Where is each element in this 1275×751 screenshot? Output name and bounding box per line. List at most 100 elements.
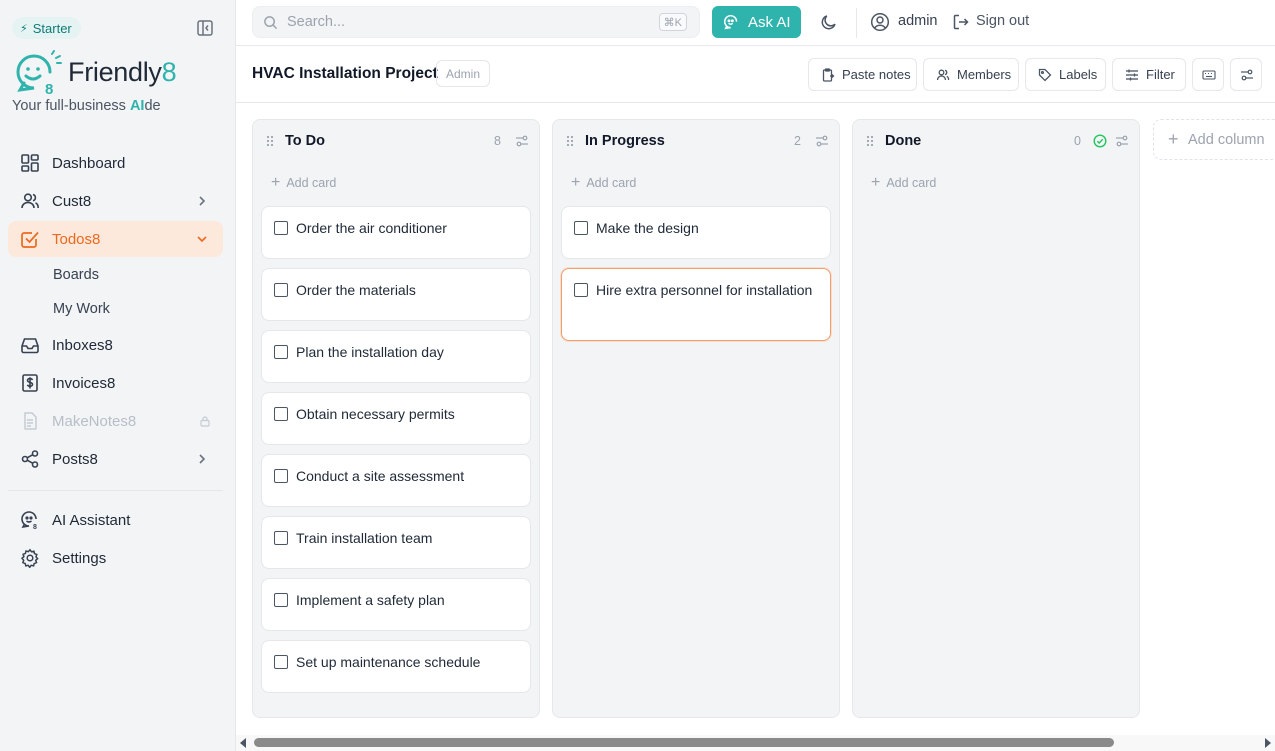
ask-ai-button[interactable]: Ask AI bbox=[712, 6, 801, 38]
drag-handle-icon[interactable] bbox=[265, 135, 275, 147]
user-avatar-icon[interactable] bbox=[870, 12, 890, 32]
task-checkbox[interactable] bbox=[274, 221, 288, 235]
task-card[interactable]: Obtain necessary permits bbox=[261, 392, 531, 445]
scroll-left-arrow[interactable] bbox=[240, 738, 246, 748]
page-title: HVAC Installation Project bbox=[252, 65, 438, 82]
role-badge: Admin bbox=[436, 60, 490, 87]
paste-notes-button[interactable]: Paste notes bbox=[808, 58, 917, 91]
add-card-button[interactable]: + Add card bbox=[571, 175, 637, 191]
labels-button[interactable]: Labels bbox=[1025, 58, 1106, 91]
task-card-selected[interactable]: Hire extra personnel for installation bbox=[561, 268, 831, 341]
logo[interactable]: 8 Friendly8 bbox=[12, 50, 212, 96]
dashboard-icon bbox=[21, 154, 39, 172]
sidebar-item-todos8[interactable]: Todos8 bbox=[8, 221, 223, 257]
chevron-right-icon bbox=[199, 454, 206, 464]
task-title: Train installation team bbox=[296, 530, 433, 546]
project-header: HVAC Installation Project Admin Paste no… bbox=[236, 46, 1275, 103]
sidebar-subitem-boards[interactable]: Boards bbox=[53, 267, 99, 283]
task-checkbox[interactable] bbox=[274, 469, 288, 483]
board-settings-button[interactable] bbox=[1230, 58, 1262, 91]
sidebar-item-settings[interactable]: Settings bbox=[8, 540, 223, 576]
sidebar-item-label: Invoices8 bbox=[52, 374, 116, 392]
task-card[interactable]: Plan the installation day bbox=[261, 330, 531, 383]
ai-assistant-icon bbox=[724, 15, 738, 30]
top-bar: ⌘K Ask AI admin Sign out bbox=[236, 0, 1275, 46]
task-checkbox[interactable] bbox=[274, 531, 288, 545]
keyboard-shortcuts-button[interactable] bbox=[1192, 58, 1224, 91]
sidebar-item-label: AI Assistant bbox=[52, 511, 131, 529]
column-settings-icon[interactable] bbox=[1115, 134, 1129, 148]
dark-mode-icon[interactable] bbox=[820, 13, 838, 31]
sidebar-subitem-my-work[interactable]: My Work bbox=[53, 301, 110, 317]
filter-button[interactable]: Filter bbox=[1112, 58, 1186, 91]
add-card-label: Add card bbox=[586, 176, 637, 190]
sidebar-item-dashboard[interactable]: Dashboard bbox=[8, 145, 223, 181]
ask-ai-label: Ask AI bbox=[748, 13, 791, 31]
sidebar-item-cust8[interactable]: Cust8 bbox=[8, 183, 223, 219]
task-title: Set up maintenance schedule bbox=[296, 654, 481, 670]
task-card[interactable]: Train installation team bbox=[261, 516, 531, 569]
check-circle-icon bbox=[1093, 134, 1107, 148]
task-title: Make the design bbox=[596, 220, 699, 236]
drag-handle-icon[interactable] bbox=[865, 135, 875, 147]
task-card[interactable]: Set up maintenance schedule bbox=[261, 640, 531, 693]
column-settings-icon[interactable] bbox=[815, 134, 829, 148]
column-title[interactable]: Done bbox=[885, 133, 921, 149]
sidebar-collapse-icon[interactable] bbox=[196, 19, 214, 37]
sliders-icon bbox=[1126, 69, 1138, 81]
task-title: Obtain necessary permits bbox=[296, 406, 455, 422]
search-shortcut: ⌘K bbox=[658, 13, 687, 31]
sign-out-icon[interactable] bbox=[952, 13, 970, 31]
scroll-right-arrow[interactable] bbox=[1265, 738, 1271, 748]
task-checkbox[interactable] bbox=[574, 283, 588, 297]
task-card[interactable]: Implement a safety plan bbox=[261, 578, 531, 631]
svg-text:8: 8 bbox=[33, 524, 37, 530]
column-count: 0 bbox=[1074, 134, 1081, 148]
sidebar-item-inboxes8[interactable]: Inboxes8 bbox=[8, 327, 223, 363]
add-card-button[interactable]: + Add card bbox=[871, 175, 937, 191]
add-card-label: Add card bbox=[886, 176, 937, 190]
task-checkbox[interactable] bbox=[574, 221, 588, 235]
username[interactable]: admin bbox=[898, 13, 938, 29]
sidebar-item-label: Dashboard bbox=[52, 154, 126, 172]
logo-mascot-icon: 8 bbox=[16, 50, 62, 96]
invoice-icon bbox=[22, 374, 38, 392]
drag-handle-icon[interactable] bbox=[565, 135, 575, 147]
task-checkbox[interactable] bbox=[274, 407, 288, 421]
task-checkbox[interactable] bbox=[274, 655, 288, 669]
plus-icon: + bbox=[1168, 129, 1179, 149]
gear-icon bbox=[20, 548, 39, 568]
task-card[interactable]: Conduct a site assessment bbox=[261, 454, 531, 507]
chevron-right-icon bbox=[199, 196, 206, 206]
add-column-button[interactable]: + Add column bbox=[1153, 119, 1275, 160]
column-title[interactable]: To Do bbox=[285, 133, 325, 149]
paste-notes-label: Paste notes bbox=[842, 67, 911, 82]
plan-badge[interactable]: ⚡ Starter bbox=[12, 17, 81, 39]
task-card[interactable]: Order the air conditioner bbox=[261, 206, 531, 259]
task-card[interactable]: Order the materials bbox=[261, 268, 531, 321]
sidebar-item-label: MakeNotes8 bbox=[52, 412, 137, 430]
sidebar-item-invoices8[interactable]: Invoices8 bbox=[8, 365, 223, 401]
column-settings-icon[interactable] bbox=[515, 134, 529, 148]
column-title[interactable]: In Progress bbox=[585, 133, 665, 149]
sidebar-item-posts8[interactable]: Posts8 bbox=[8, 441, 223, 477]
sidebar-item-ai-assistant[interactable]: 8 AI Assistant bbox=[8, 502, 223, 538]
members-button[interactable]: Members bbox=[923, 58, 1019, 91]
bolt-icon: ⚡ bbox=[20, 22, 28, 35]
column-count: 2 bbox=[794, 134, 801, 148]
task-checkbox[interactable] bbox=[274, 345, 288, 359]
search-input[interactable] bbox=[287, 12, 617, 32]
sign-out-button[interactable]: Sign out bbox=[976, 13, 1029, 29]
task-title: Hire extra personnel for installation bbox=[596, 282, 813, 298]
add-card-button[interactable]: + Add card bbox=[271, 175, 336, 191]
task-card[interactable]: Make the design bbox=[561, 206, 831, 259]
sidebar-item-label: Settings bbox=[52, 549, 107, 567]
task-checkbox[interactable] bbox=[274, 283, 288, 297]
task-checkbox[interactable] bbox=[274, 593, 288, 607]
search-icon bbox=[264, 16, 278, 30]
scrollbar-thumb[interactable] bbox=[254, 738, 1114, 747]
horizontal-scrollbar[interactable] bbox=[236, 735, 1275, 751]
topbar-divider bbox=[856, 8, 857, 38]
sidebar-item-label: Inboxes8 bbox=[52, 336, 113, 354]
search-box[interactable]: ⌘K bbox=[252, 6, 700, 38]
